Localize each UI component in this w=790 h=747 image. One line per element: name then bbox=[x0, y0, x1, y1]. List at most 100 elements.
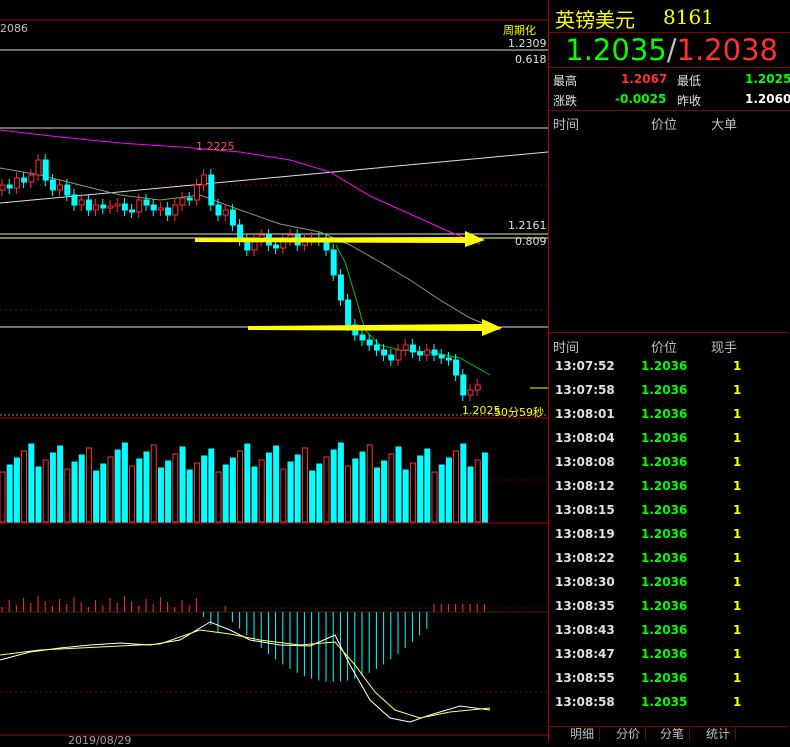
volume-bar bbox=[460, 443, 467, 523]
tick-price: 1.2036 bbox=[641, 479, 688, 493]
volume-bar bbox=[150, 444, 157, 523]
volume-bar bbox=[445, 457, 452, 523]
candle-body bbox=[85, 199, 92, 211]
symbol-code: 8161 bbox=[663, 5, 714, 29]
tick-volume: 1 bbox=[733, 527, 742, 541]
candle-body bbox=[165, 207, 172, 216]
tick-time: 13:08:04 bbox=[555, 431, 615, 445]
tick-row[interactable]: 13:08:19 1.2036 1 bbox=[549, 523, 789, 547]
volume-bar bbox=[323, 456, 330, 523]
panel-tabs: 明细 分价 分笔 统计 bbox=[549, 726, 789, 741]
tick-price: 1.2036 bbox=[641, 407, 688, 421]
trend-line[interactable] bbox=[0, 151, 548, 204]
candle-body bbox=[13, 177, 20, 189]
volume-bar bbox=[107, 456, 114, 523]
tick-row[interactable]: 13:08:22 1.2036 1 bbox=[549, 547, 789, 571]
tick-row[interactable]: 13:07:52 1.2036 1 bbox=[549, 355, 789, 379]
low-value: 1.2025 bbox=[745, 72, 790, 86]
tick-header-vol: 现手 bbox=[711, 341, 738, 356]
candle-body bbox=[114, 203, 121, 207]
change-label: 涨跌 bbox=[553, 94, 578, 108]
tick-row[interactable]: 13:08:43 1.2036 1 bbox=[549, 619, 789, 643]
tick-row[interactable]: 13:08:58 1.2035 1 bbox=[549, 691, 789, 715]
bid-price: 1.2035 bbox=[565, 33, 667, 67]
tick-price: 1.2036 bbox=[641, 551, 688, 565]
countdown-label: 50分59秒 bbox=[494, 406, 544, 419]
volume-bar bbox=[424, 448, 431, 523]
period-label[interactable]: 周期化 bbox=[503, 22, 536, 38]
bid-ask-row: 1.2035/1.2038 bbox=[549, 33, 790, 68]
tick-price: 1.2036 bbox=[641, 503, 688, 517]
chart-canvas[interactable] bbox=[0, 0, 548, 741]
tick-time: 13:08:12 bbox=[555, 479, 615, 493]
volume-bar bbox=[21, 450, 28, 523]
volume-bar bbox=[201, 455, 208, 523]
tick-volume: 1 bbox=[733, 359, 742, 373]
volume-bar bbox=[345, 465, 352, 523]
candle-body bbox=[129, 209, 136, 213]
candle-body bbox=[57, 184, 64, 191]
candle-body bbox=[93, 204, 100, 211]
candle-body bbox=[330, 249, 337, 276]
candle-body bbox=[21, 177, 28, 183]
symbol-name: 英镑美元 bbox=[555, 8, 635, 32]
candle-body bbox=[172, 204, 179, 216]
tick-row[interactable]: 13:08:55 1.2036 1 bbox=[549, 667, 789, 691]
macd-dea-line bbox=[0, 629, 491, 719]
volume-bar bbox=[165, 460, 172, 523]
candle-body bbox=[229, 209, 236, 226]
volume-bar bbox=[35, 466, 42, 523]
tick-time: 13:08:08 bbox=[555, 455, 615, 469]
tick-row[interactable]: 13:08:08 1.2036 1 bbox=[549, 451, 789, 475]
tick-time: 13:08:47 bbox=[555, 647, 615, 661]
candle-body bbox=[467, 389, 474, 396]
tick-volume: 1 bbox=[733, 383, 742, 397]
tick-price: 1.2036 bbox=[641, 599, 688, 613]
candle-body bbox=[273, 244, 280, 249]
tick-price: 1.2036 bbox=[641, 671, 688, 685]
volume-bar bbox=[93, 470, 100, 523]
candle-body bbox=[186, 197, 193, 201]
tick-volume: 1 bbox=[733, 647, 742, 661]
volume-bar bbox=[337, 442, 344, 523]
tab-price-split[interactable]: 分价 bbox=[611, 727, 647, 741]
tick-row[interactable]: 13:08:04 1.2036 1 bbox=[549, 427, 789, 451]
tick-list[interactable]: 13:07:52 1.2036 1 13:07:58 1.2036 1 13:08:01 1.… bbox=[549, 355, 789, 715]
tick-price: 1.2036 bbox=[641, 455, 688, 469]
candle-body bbox=[193, 184, 200, 201]
bigorder-header-price: 价位 bbox=[651, 118, 678, 133]
tick-row[interactable]: 13:08:47 1.2036 1 bbox=[549, 643, 789, 667]
macd-histogram bbox=[1, 596, 485, 682]
volume-bar bbox=[57, 445, 64, 523]
candle-body bbox=[337, 274, 344, 301]
bigorder-header-time: 时间 bbox=[553, 118, 580, 133]
volume-bar bbox=[352, 458, 359, 523]
tick-volume: 1 bbox=[733, 623, 742, 637]
tick-row[interactable]: 13:08:30 1.2036 1 bbox=[549, 571, 789, 595]
candle-body bbox=[431, 349, 438, 356]
candle-body bbox=[143, 199, 150, 206]
tick-price: 1.2035 bbox=[641, 695, 688, 709]
candle-body bbox=[42, 159, 49, 181]
bigorder-header-big: 大单 bbox=[711, 118, 738, 133]
tick-time: 13:08:30 bbox=[555, 575, 615, 589]
candle-body bbox=[35, 159, 42, 176]
tab-tick-split[interactable]: 分笔 bbox=[655, 727, 691, 741]
volume-bar bbox=[359, 451, 366, 523]
tick-row[interactable]: 13:08:12 1.2036 1 bbox=[549, 475, 789, 499]
volume-bar bbox=[6, 464, 13, 523]
tab-stats[interactable]: 统计 bbox=[701, 727, 737, 741]
candle-body bbox=[71, 194, 78, 206]
tick-row[interactable]: 13:07:58 1.2036 1 bbox=[549, 379, 789, 403]
tick-header-time: 时间 bbox=[553, 341, 580, 356]
tab-detail[interactable]: 明细 bbox=[565, 727, 601, 741]
tick-row[interactable]: 13:08:15 1.2036 1 bbox=[549, 499, 789, 523]
kline-chart[interactable]: 2086 周期化 1.2309 0.618 1.2225 1.2161 0.80… bbox=[0, 0, 548, 747]
tick-row[interactable]: 13:08:01 1.2036 1 bbox=[549, 403, 789, 427]
volume-bar bbox=[438, 464, 445, 523]
tick-price: 1.2036 bbox=[641, 623, 688, 637]
change-value: -0.0025 bbox=[615, 92, 667, 106]
candle-body bbox=[28, 174, 35, 183]
tick-row[interactable]: 13:08:35 1.2036 1 bbox=[549, 595, 789, 619]
volume-bar bbox=[28, 443, 35, 523]
